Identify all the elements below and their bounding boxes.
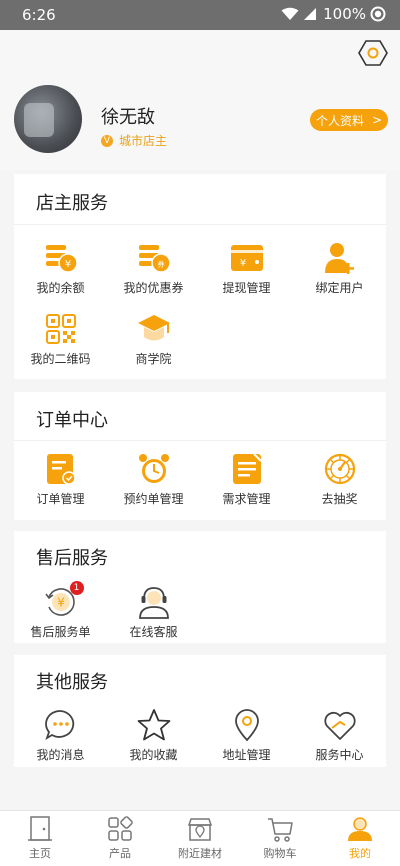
my-favorites-button[interactable]: 我的收藏 <box>107 708 200 763</box>
role-label: 城市店主 <box>119 134 168 148</box>
tab-label: 附近建材 <box>178 847 222 860</box>
star-icon <box>137 709 170 741</box>
settings-button[interactable] <box>358 38 388 68</box>
reservation-management-button[interactable]: 预约单管理 <box>107 452 200 507</box>
item-label: 绑定用户 <box>315 281 364 295</box>
my-coupons-button[interactable]: 券 我的优惠券 <box>107 241 200 296</box>
lottery-wheel-icon <box>324 453 355 485</box>
balance-icon: ¥ <box>45 245 78 273</box>
bind-user-button[interactable]: 绑定用户 <box>293 241 386 296</box>
tab-mine[interactable]: 我的 <box>320 815 400 861</box>
profile-details-button[interactable]: 个人资料 > <box>310 109 388 131</box>
section-title: 店主服务 <box>36 193 108 214</box>
demand-management-button[interactable]: 需求管理 <box>200 452 293 507</box>
user-role: V 城市店主 <box>101 132 167 149</box>
service-center-button[interactable]: 服务中心 <box>293 708 386 763</box>
item-label: 服务中心 <box>315 748 364 762</box>
after-sales-card: 售后服务 ¥ 1 售后服务单 在线客服 <box>14 531 386 643</box>
item-label: 我的二维码 <box>30 352 91 366</box>
item-label: 我的消息 <box>36 748 85 762</box>
lottery-button[interactable]: 去抽奖 <box>293 452 386 507</box>
vip-badge-icon: V <box>101 134 113 147</box>
alarm-clock-icon <box>138 454 169 483</box>
tab-home[interactable]: 主页 <box>0 815 80 861</box>
item-label: 提现管理 <box>222 281 271 295</box>
graduation-cap-icon <box>137 315 170 341</box>
profile-header: 徐无敌 V 城市店主 个人资料 > <box>0 30 400 170</box>
svg-text:¥: ¥ <box>57 596 65 610</box>
tab-label: 购物车 <box>263 847 297 860</box>
tab-products[interactable]: 产品 <box>80 815 160 861</box>
bottom-tab-bar: 主页 产品 附近建材 购物车 我的 <box>0 810 400 866</box>
address-management-button[interactable]: 地址管理 <box>200 708 293 763</box>
status-time: 6:26 <box>22 6 56 24</box>
signal-icon <box>304 8 317 20</box>
item-label: 去抽奖 <box>321 492 358 506</box>
customer-service-icon <box>138 587 169 619</box>
my-balance-button[interactable]: ¥ 我的余额 <box>14 241 107 296</box>
order-icon <box>46 454 76 485</box>
order-management-button[interactable]: 订单管理 <box>14 452 107 507</box>
store-icon <box>187 818 213 841</box>
tab-cart[interactable]: 购物车 <box>240 815 320 861</box>
door-icon <box>28 816 52 841</box>
message-icon <box>44 710 74 741</box>
section-title: 订单中心 <box>36 410 108 431</box>
notification-badge: 1 <box>69 581 84 595</box>
item-label: 售后服务单 <box>30 625 91 639</box>
my-qr-code-button[interactable]: 我的二维码 <box>14 312 107 367</box>
settings-hexagon-icon <box>358 40 388 66</box>
item-label: 地址管理 <box>222 748 271 762</box>
after-sales-orders-button[interactable]: ¥ 1 售后服务单 <box>14 581 107 640</box>
other-services-card: 其他服务 我的消息 我的收藏 地址管理 服务中心 <box>14 655 386 767</box>
user-name: 徐无敌 <box>101 107 155 128</box>
online-support-button[interactable]: 在线客服 <box>107 585 200 640</box>
item-label: 商学院 <box>135 352 172 366</box>
item-label: 在线客服 <box>129 625 178 639</box>
item-label: 我的优惠券 <box>123 281 184 295</box>
svg-text:¥: ¥ <box>64 259 70 270</box>
item-label: 订单管理 <box>36 492 85 506</box>
withdraw-management-button[interactable]: ¥ 提现管理 <box>200 241 293 296</box>
section-title: 售后服务 <box>36 548 108 569</box>
tab-label: 产品 <box>109 847 131 860</box>
user-icon <box>348 817 372 841</box>
avatar[interactable] <box>14 85 82 153</box>
location-pin-icon <box>234 709 259 742</box>
business-school-button[interactable]: 商学院 <box>107 312 200 367</box>
svg-text:¥: ¥ <box>239 258 245 269</box>
tab-nearby-materials[interactable]: 附近建材 <box>160 815 240 861</box>
chevron-right-icon: > <box>371 113 383 127</box>
item-label: 我的收藏 <box>129 748 178 762</box>
qr-code-icon <box>45 314 76 344</box>
demand-icon <box>232 453 262 484</box>
coupon-icon: 券 <box>138 245 171 273</box>
order-center-card: 订单中心 订单管理 预约单管理 需求管理 去抽奖 <box>14 392 386 520</box>
tab-label: 主页 <box>29 847 51 860</box>
wifi-icon <box>281 7 299 20</box>
status-bar: 6:26 100% <box>0 0 400 30</box>
item-label: 需求管理 <box>222 492 271 506</box>
divider <box>14 224 386 225</box>
item-label: 我的余额 <box>36 281 85 295</box>
battery-icon <box>370 6 386 22</box>
svg-text:券: 券 <box>157 260 164 269</box>
status-icons: 100% <box>281 5 386 23</box>
withdraw-icon: ¥ <box>230 245 263 271</box>
battery-percent: 100% <box>323 5 366 23</box>
item-label: 预约单管理 <box>123 492 184 506</box>
shop-services-card: 店主服务 ¥ 我的余额 券 我的优惠券 ¥ 提现管理 绑定用户 我的二维码 商学… <box>14 174 386 379</box>
heart-icon <box>323 711 356 740</box>
grid-icon <box>108 816 133 841</box>
profile-button-label: 个人资料 <box>315 113 364 128</box>
section-title: 其他服务 <box>36 672 108 693</box>
cart-icon <box>268 818 293 842</box>
divider <box>14 440 386 441</box>
bind-user-icon <box>324 243 354 274</box>
my-messages-button[interactable]: 我的消息 <box>14 708 107 763</box>
tab-label: 我的 <box>349 847 371 860</box>
